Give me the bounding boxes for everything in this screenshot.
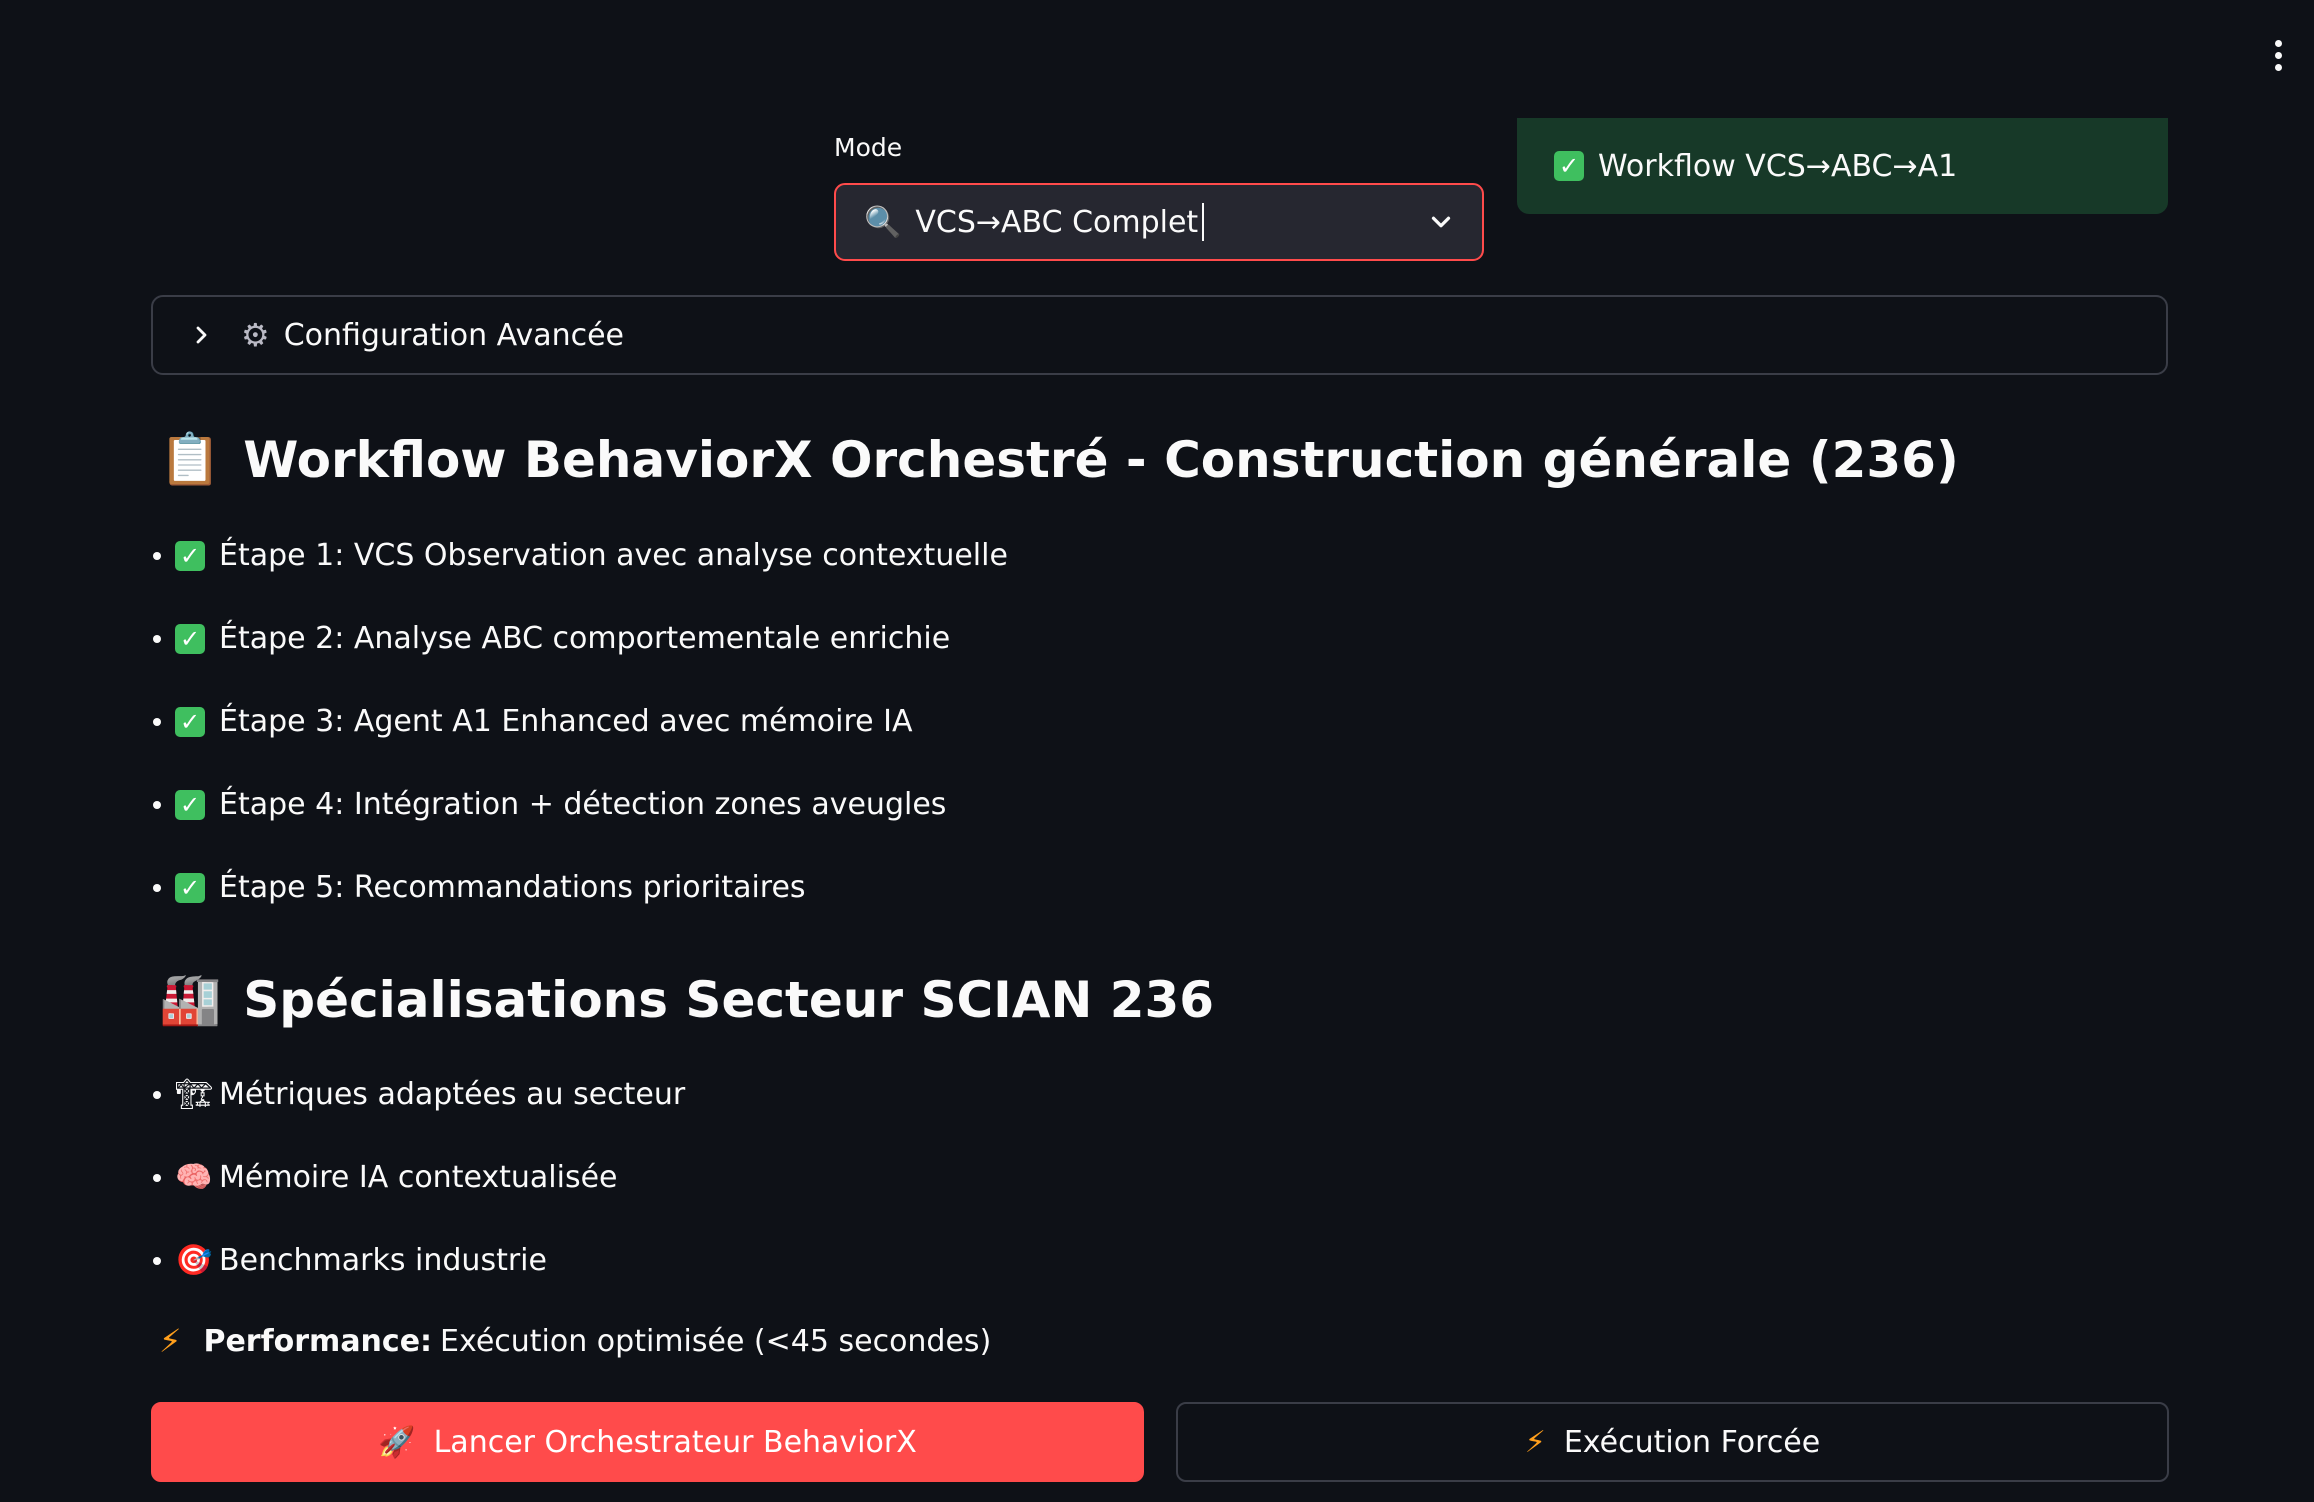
advanced-config-expander[interactable]: ⚙ Configuration Avancée [151,295,2168,375]
expander-label: Configuration Avancée [283,317,624,353]
mode-label: Mode [834,133,903,162]
bullet [153,800,161,809]
main-menu-button[interactable] [2270,40,2286,71]
bullet [153,1256,161,1265]
menu-dot [2274,40,2282,47]
chevron-right-icon [196,326,207,344]
list-item: 🧠 Mémoire IA contextualisée [151,1136,685,1219]
list-item: ✓ Étape 5: Recommandations prioritaires [151,846,1008,929]
list-item: ✓ Étape 1: VCS Observation avec analyse c… [151,514,1008,597]
step-text: Étape 4: Intégration + détection zones a… [219,787,947,822]
list-item: ✓ Étape 4: Intégration + détection zones … [151,763,1008,846]
performance-text: Exécution optimisée (<45 secondes) [440,1323,992,1359]
bullet [153,717,161,726]
list-item: 🏗 Métriques adaptées au secteur [151,1053,685,1136]
check-mark-icon: ✓ [1554,151,1584,181]
sector-item-text: Métriques adaptées au secteur [219,1077,686,1112]
lightning-icon: ⚡ [159,1322,182,1360]
bullet [153,883,161,892]
lightning-icon: ⚡ [1524,1424,1546,1460]
status-message: Workflow VCS→ABC→A1 [1598,148,1958,184]
step-text: Étape 1: VCS Observation avec analyse co… [219,538,1008,573]
check-mark-icon: ✓ [175,789,205,820]
check-mark-icon: ✓ [175,872,205,903]
chevron-down-icon[interactable] [1426,207,1456,237]
launch-orchestrator-button[interactable]: 🚀 Lancer Orchestrateur BehaviorX [151,1402,1144,1482]
force-button-label: Exécution Forcée [1563,1424,1821,1460]
menu-dot [2274,64,2282,71]
sector-title: Spécialisations Secteur SCIAN 236 [243,970,1215,1029]
app-page: Mode 🔍 VCS→ABC Complet ✓ Workflow VCS→AB… [0,0,2314,1502]
workflow-steps-list: ✓ Étape 1: VCS Observation avec analyse c… [151,514,1008,929]
list-item: 🎯 Benchmarks industrie [151,1219,685,1302]
performance-note: ⚡ Performance: Exécution optimisée (<45 … [159,1322,991,1360]
bullet [153,1090,161,1099]
check-mark-icon: ✓ [175,623,205,654]
sector-item-text: Benchmarks industrie [219,1243,547,1278]
text-caret [1202,203,1205,241]
launch-button-label: Lancer Orchestrateur BehaviorX [433,1424,917,1460]
sector-items-list: 🏗 Métriques adaptées au secteur 🧠 Mémoire … [151,1053,685,1302]
magnifier-icon: 🔍 [864,204,902,240]
step-text: Étape 5: Recommandations prioritaires [219,870,806,905]
force-execution-button[interactable]: ⚡ Exécution Forcée [1176,1402,2169,1482]
list-item: ✓ Étape 2: Analyse ABC comportementale en… [151,597,1008,680]
mode-select[interactable]: 🔍 VCS→ABC Complet [834,183,1484,261]
sector-item-text: Mémoire IA contextualisée [219,1160,618,1195]
bullet [153,551,161,560]
performance-label: Performance: [203,1323,433,1359]
status-success-alert: ✓ Workflow VCS→ABC→A1 [1517,118,2168,214]
bullet [153,634,161,643]
step-text: Étape 3: Agent A1 Enhanced avec mémoire … [219,704,913,739]
brain-icon: 🧠 [175,1160,213,1195]
step-text: Étape 2: Analyse ABC comportementale enr… [219,621,951,656]
workflow-title: Workflow BehaviorX Orchestré - Construct… [243,430,1959,489]
target-icon: 🎯 [175,1243,213,1278]
check-mark-icon: ✓ [175,540,205,571]
mode-selected-value: VCS→ABC Complet [915,204,1199,240]
menu-dot [2274,52,2282,59]
workflow-heading: 📋 Workflow BehaviorX Orchestré - Constru… [159,430,1959,489]
list-item: ✓ Étape 3: Agent A1 Enhanced avec mémoire… [151,680,1008,763]
gear-icon: ⚙ [241,316,270,354]
check-mark-icon: ✓ [175,706,205,737]
rocket-icon: 🚀 [378,1424,416,1460]
mode-row: Mode 🔍 VCS→ABC Complet ✓ Workflow VCS→AB… [834,118,2168,268]
factory-icon: 🏭 [159,970,222,1028]
sector-heading: 🏭 Spécialisations Secteur SCIAN 236 [159,970,1214,1029]
construction-crane-icon: 🏗 [175,1077,214,1112]
clipboard-icon: 📋 [159,430,222,488]
bullet [153,1173,161,1182]
